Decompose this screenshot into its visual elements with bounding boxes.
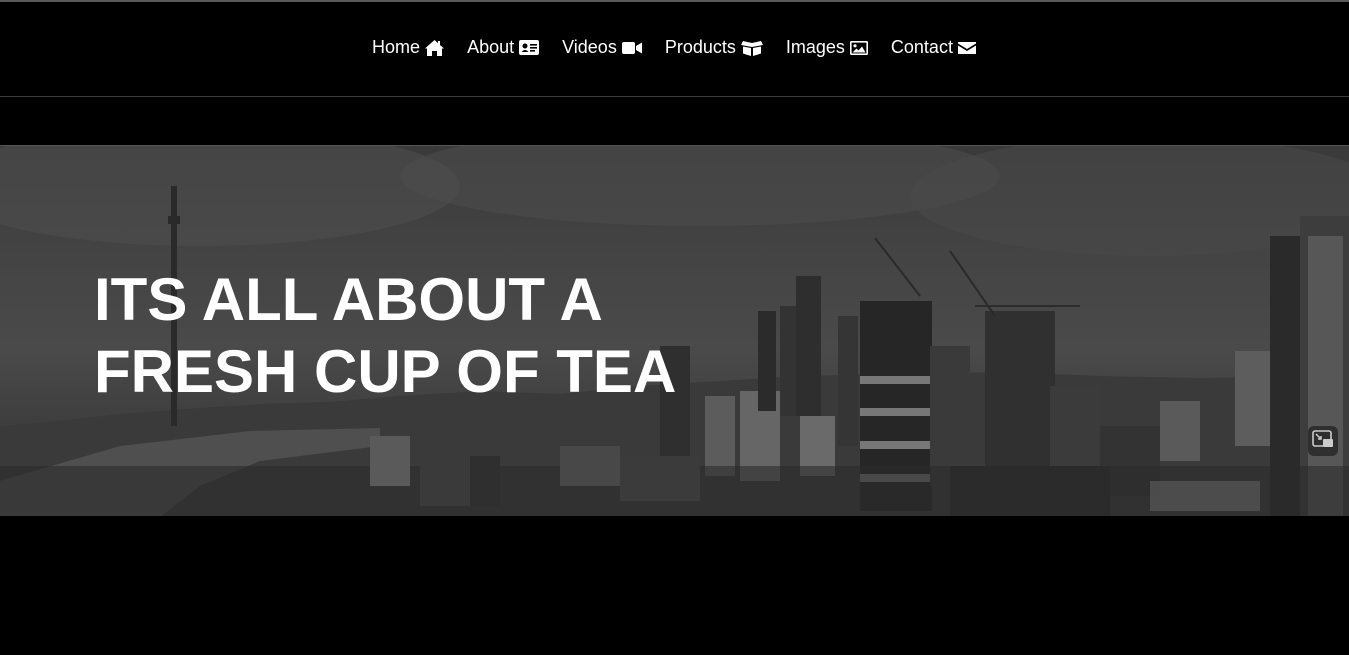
- hero-banner: ITS ALL ABOUT A FRESH CUP OF TEA: [0, 145, 1349, 516]
- hero-title: ITS ALL ABOUT A FRESH CUP OF TEA: [94, 266, 677, 405]
- nav-images-label: Images: [785, 37, 845, 57]
- nav-home-link[interactable]: Home: [372, 37, 445, 58]
- nav-contact-label: Contact: [890, 37, 953, 57]
- nav-products-link[interactable]: Products: [665, 37, 764, 58]
- nav-videos-link[interactable]: Videos: [562, 37, 643, 58]
- nav-videos-label: Videos: [562, 37, 617, 57]
- nav-about-label: About: [467, 37, 515, 57]
- home-icon: [424, 39, 445, 57]
- picture-in-picture-button[interactable]: [1308, 426, 1338, 456]
- nav-about-link[interactable]: About: [467, 37, 540, 58]
- nav-contact-link[interactable]: Contact: [891, 37, 977, 58]
- video-camera-icon: [621, 40, 643, 56]
- boxes-icon: [740, 39, 764, 57]
- id-card-icon: [518, 39, 540, 56]
- image-icon: [849, 40, 869, 56]
- picture-in-picture-icon: [1312, 429, 1334, 453]
- top-navbar: Home About Videos Products Images Contac…: [0, 2, 1349, 97]
- nav-list: Home About Videos Products Images Contac…: [372, 37, 977, 58]
- nav-products-label: Products: [664, 37, 736, 57]
- envelope-icon: [957, 40, 977, 56]
- nav-home-label: Home: [372, 37, 421, 57]
- nav-images-link[interactable]: Images: [786, 37, 869, 58]
